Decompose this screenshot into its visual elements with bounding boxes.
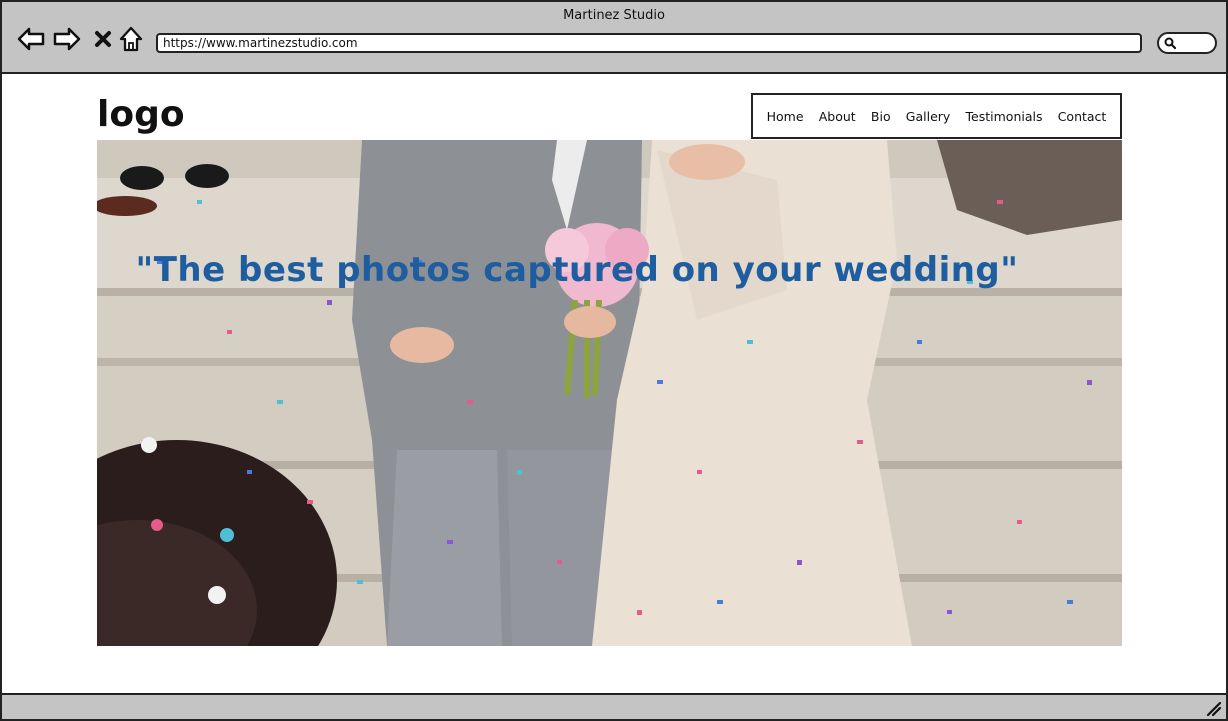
- forward-button[interactable]: [52, 24, 82, 54]
- home-icon: [119, 26, 143, 52]
- nav-home[interactable]: Home: [767, 109, 804, 124]
- back-arrow-icon: [17, 27, 45, 51]
- nav-about[interactable]: About: [819, 109, 856, 124]
- page-content: logo Home About Bio Gallery Testimonials…: [2, 76, 1226, 693]
- home-button[interactable]: [116, 24, 146, 54]
- hero-image: "The best photos captured on your weddin…: [97, 140, 1122, 646]
- back-button[interactable]: [16, 24, 46, 54]
- status-bar: [2, 693, 1226, 719]
- nav-contact[interactable]: Contact: [1058, 109, 1107, 124]
- search-icon: [1164, 37, 1176, 49]
- site-logo[interactable]: logo: [97, 94, 185, 135]
- address-bar[interactable]: https://www.martinezstudio.com: [156, 33, 1142, 53]
- main-nav: Home About Bio Gallery Testimonials Cont…: [751, 93, 1122, 139]
- search-button[interactable]: [1157, 32, 1217, 54]
- window-title: Martinez Studio: [563, 8, 665, 23]
- nav-gallery[interactable]: Gallery: [906, 109, 951, 124]
- close-icon: [95, 31, 111, 47]
- hero-tagline: "The best photos captured on your weddin…: [135, 250, 1019, 290]
- nav-bio[interactable]: Bio: [871, 109, 891, 124]
- browser-toolbar: Martinez Studio https://www.martinezstud…: [2, 2, 1226, 74]
- resize-grip-icon[interactable]: [1204, 699, 1222, 717]
- forward-arrow-icon: [53, 27, 81, 51]
- wedding-photo: [97, 140, 1122, 646]
- stop-button[interactable]: [88, 24, 118, 54]
- url-text: https://www.martinezstudio.com: [163, 36, 358, 50]
- browser-window: Martinez Studio https://www.martinezstud…: [0, 0, 1228, 721]
- nav-testimonials[interactable]: Testimonials: [966, 109, 1043, 124]
